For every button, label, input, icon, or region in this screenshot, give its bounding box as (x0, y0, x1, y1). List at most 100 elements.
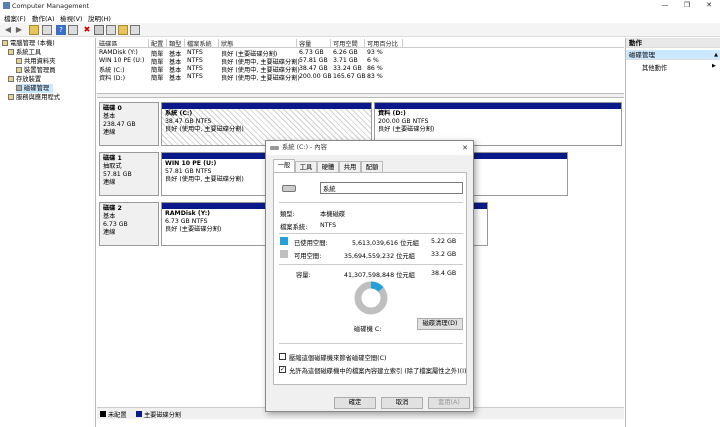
disk-cleanup-button[interactable]: 磁碟清理(D) (417, 318, 463, 330)
view-icon[interactable] (130, 25, 140, 35)
apply-button[interactable]: 套用(A) (428, 397, 470, 409)
properties-icon[interactable] (68, 25, 78, 35)
actions-section-label: 磁碟管理 (629, 51, 655, 59)
tab-sharing[interactable]: 共用 (339, 161, 361, 172)
console-tree-icon[interactable] (42, 25, 52, 35)
tree-item-label: 磁碟管理 (24, 85, 50, 92)
col-layout[interactable]: 配置 (149, 39, 167, 48)
cell-layout: 簡單 (151, 75, 164, 82)
col-status[interactable]: 狀態 (219, 39, 297, 48)
table-row[interactable]: RAMDisk (Y:) 簡單 基本 NTFS 良好 (主要磁碟分割) 6.73… (97, 49, 624, 58)
disk-type: 基本 (103, 213, 116, 220)
col-free-percent[interactable]: 可用百分比 (365, 39, 403, 48)
properties-dialog: 系統 (C:) - 內容 ✕ 一般 工具 硬體 共用 配額 類型: 本機磁碟 檔… (265, 140, 474, 412)
delete-icon[interactable]: ✖ (82, 25, 92, 35)
divider (279, 264, 463, 265)
tree-item-label: 電腦管理 (本機) (10, 40, 55, 47)
tab-general[interactable]: 一般 (273, 159, 295, 173)
actions-pane: 動作 磁碟管理 ▲ 其他動作 ▶ (625, 38, 720, 427)
used-space-swatch (280, 237, 288, 245)
open-icon[interactable] (118, 25, 128, 35)
col-volume[interactable]: 磁碟區 (97, 39, 149, 48)
col-free[interactable]: 可用空間 (331, 39, 365, 48)
cell-fs: NTFS (187, 73, 203, 80)
disk-label[interactable]: 磁碟 2 基本 6.73 GB 連線 (99, 202, 159, 246)
fs-label: 檔案系統: (280, 224, 308, 231)
tree-item-disk-management[interactable]: 磁碟管理 (16, 84, 54, 93)
cancel-button[interactable]: 取消 (381, 397, 423, 409)
type-label: 類型: (280, 211, 295, 218)
storage-icon (8, 76, 14, 82)
cell-free: 33.24 GB (333, 65, 362, 72)
minimize-button[interactable]: — (654, 0, 676, 11)
tree-item-computer-management[interactable]: 電腦管理 (本機) (2, 39, 55, 48)
menu-help[interactable]: 說明(H) (88, 13, 111, 23)
tree-item-storage[interactable]: 存放裝置 (8, 75, 41, 84)
index-label: 允許為這個磁碟機中的檔案內容建立索引 (除了檔案屬性之外)(I) (289, 368, 467, 375)
disk-label[interactable]: 磁碟 1 抽取式 57.81 GB 連線 (99, 152, 159, 196)
toolbar: ◀ ▶ ? ✖ (0, 23, 720, 37)
disk-name: 磁碟 0 (103, 105, 122, 112)
tree-item-device-manager[interactable]: 裝置管理員 (16, 66, 55, 75)
cell-free: 3.71 GB (333, 57, 358, 64)
cell-volume: WIN 10 PE (U:) (99, 57, 145, 64)
general-tab-panel: 類型: 本機磁碟 檔案系統: NTFS 已使用空間: 5,613,039,616… (273, 172, 467, 385)
col-capacity[interactable]: 容量 (297, 39, 331, 48)
menu-view[interactable]: 檢視(V) (60, 13, 83, 23)
compress-checkbox[interactable] (279, 353, 286, 360)
cell-fs: NTFS (187, 57, 203, 64)
back-icon[interactable]: ◀ (3, 25, 13, 35)
divider (279, 343, 463, 344)
disk-status: 連線 (103, 229, 116, 236)
forward-icon[interactable]: ▶ (14, 25, 24, 35)
compress-label: 壓縮這個磁碟機來節省磁碟空間(C) (289, 355, 387, 362)
cell-free-percent: 6 % (367, 57, 379, 64)
ok-button[interactable]: 確定 (334, 397, 376, 409)
help-icon[interactable]: ? (56, 25, 66, 35)
cell-capacity: 38.47 GB (299, 65, 328, 72)
close-button[interactable]: ✕ (698, 0, 720, 11)
menu-action[interactable]: 動作(A) (32, 13, 55, 23)
maximize-button[interactable]: ❐ (676, 0, 698, 11)
disk-label[interactable]: 磁碟 0 基本 238.47 GB 連線 (99, 102, 159, 146)
divider (279, 233, 463, 234)
partition-status: 良好 (主要磁碟分割) (378, 126, 435, 133)
col-fs[interactable]: 檔案系統 (185, 39, 219, 48)
more-actions-arrow-icon[interactable]: ▶ (712, 63, 716, 69)
table-row[interactable]: WIN 10 PE (U:) 簡單 基本 NTFS 良好 (使用中, 主要磁碟分… (97, 57, 624, 66)
dialog-close-button[interactable]: ✕ (462, 141, 468, 155)
menu-file[interactable]: 檔案(F) (4, 13, 26, 23)
disk-size: 238.47 GB (103, 121, 136, 128)
disk-status: 連線 (103, 179, 116, 186)
partition-size: 38.47 GB NTFS (165, 118, 212, 125)
folder-icon[interactable] (29, 25, 39, 35)
disk-size: 6.73 GB (103, 221, 128, 228)
collapse-icon[interactable]: ▲ (714, 50, 718, 60)
volume-name-input[interactable] (320, 182, 463, 194)
actions-section[interactable]: 磁碟管理 ▲ (626, 50, 720, 60)
tree-item-system-tools[interactable]: 系統工具 (8, 48, 41, 57)
actions-header-label: 動作 (629, 39, 642, 47)
services-icon (8, 94, 14, 100)
col-type[interactable]: 類型 (167, 39, 185, 48)
disk-status: 連線 (103, 129, 116, 136)
tab-hardware[interactable]: 硬體 (317, 161, 339, 172)
disk-icon[interactable] (94, 25, 104, 35)
index-checkbox[interactable]: ✓ (279, 366, 286, 373)
tab-tools[interactable]: 工具 (295, 161, 317, 172)
volume-list-header: 磁碟區 配置 類型 檔案系統 狀態 容量 可用空間 可用百分比 (97, 38, 624, 48)
folder-icon (16, 58, 22, 64)
more-actions[interactable]: 其他動作 (642, 63, 667, 72)
cell-fs: NTFS (187, 49, 203, 56)
cell-type: 基本 (169, 75, 182, 82)
table-row[interactable]: 資料 (D:) 簡單 基本 NTFS 良好 (使用中, 主要磁碟分割) 200.… (97, 73, 624, 82)
dialog-title-bar: 系統 (C:) - 內容 ✕ (266, 141, 473, 155)
tab-quota[interactable]: 配額 (361, 161, 383, 172)
cell-free-percent: 83 % (367, 73, 383, 80)
tree-item-shared-folders[interactable]: 共用資料夾 (16, 57, 55, 66)
tree-item-services[interactable]: 服務與應用程式 (8, 93, 60, 102)
table-row[interactable]: 系統 (C:) 簡單 基本 NTFS 良好 (使用中, 主要磁碟分割) 38.4… (97, 65, 624, 74)
computer-icon (2, 40, 8, 46)
used-bytes: 5,613,039,616 位元組 (352, 240, 419, 247)
checklist-icon[interactable] (106, 25, 116, 35)
